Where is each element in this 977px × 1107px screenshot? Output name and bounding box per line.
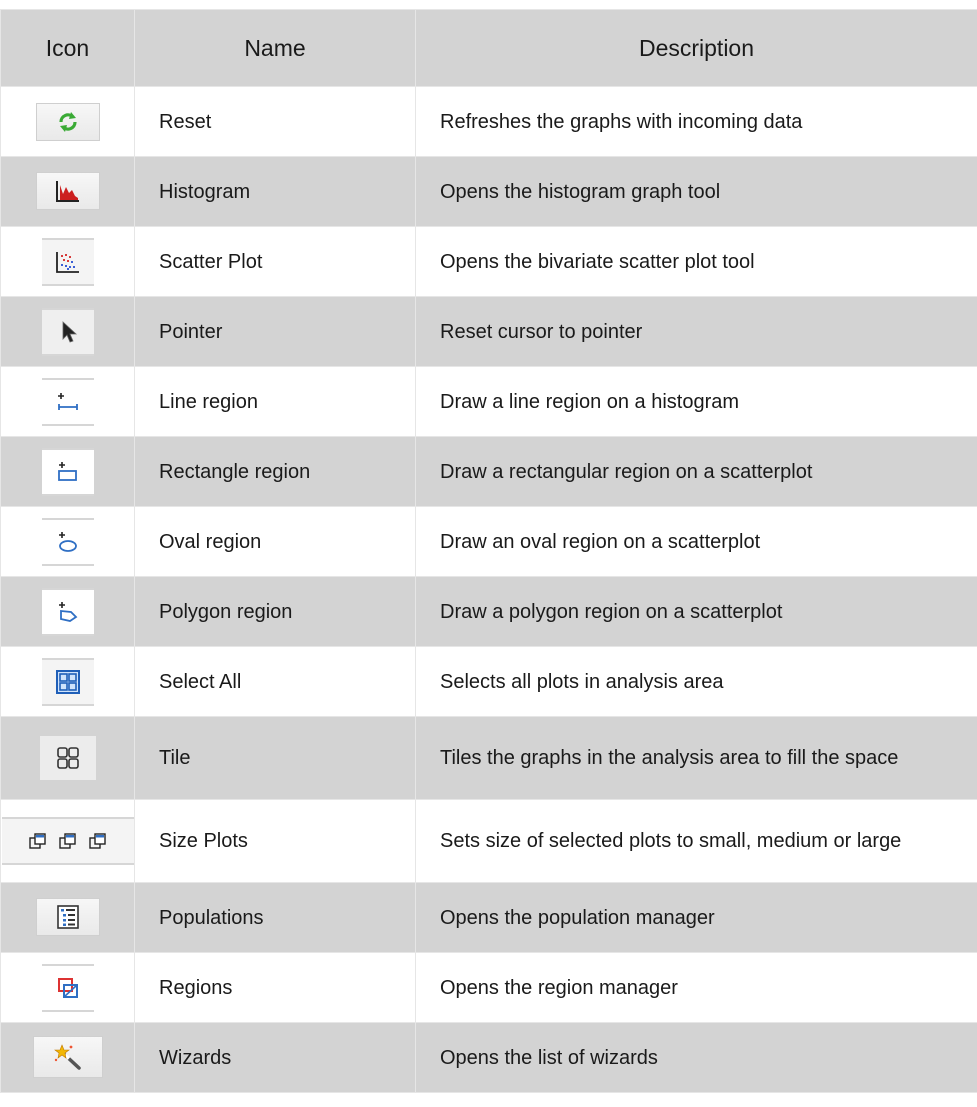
table-row: Tile Tiles the graphs in the analysis ar…: [0, 716, 977, 800]
row-name: Line region: [134, 366, 416, 437]
table-row: Rectangle region Draw a rectangular regi…: [0, 436, 977, 507]
row-description: Draw a rectangular region on a scatterpl…: [415, 436, 977, 507]
row-description: Refreshes the graphs with incoming data: [415, 86, 977, 157]
table-row: Populations Opens the population manager: [0, 882, 977, 953]
header-row: Icon Name Description: [0, 9, 977, 87]
header-description: Description: [415, 9, 977, 87]
table-row: Size Plots Sets size of selected plots t…: [0, 799, 977, 883]
row-description: Selects all plots in analysis area: [415, 646, 977, 717]
table-row: Line region Draw a line region on a hist…: [0, 366, 977, 437]
table-row: Regions Opens the region manager: [0, 952, 977, 1023]
row-name: Pointer: [134, 296, 416, 367]
oval-region-icon[interactable]: [41, 517, 94, 566]
table-row: Scatter Plot Opens the bivariate scatter…: [0, 226, 977, 297]
row-name: Reset: [134, 86, 416, 157]
table-row: Pointer Reset cursor to pointer: [0, 296, 977, 367]
tile-icon[interactable]: [39, 736, 96, 780]
table-row: Oval region Draw an oval region on a sca…: [0, 506, 977, 577]
pointer-icon[interactable]: [41, 307, 94, 356]
line-region-icon[interactable]: [41, 377, 94, 426]
row-description: Opens the region manager: [415, 952, 977, 1023]
wizards-icon[interactable]: [32, 1036, 103, 1078]
header-name: Name: [134, 9, 416, 87]
row-name: Size Plots: [134, 799, 416, 883]
row-name: Polygon region: [134, 576, 416, 647]
rectangle-region-icon[interactable]: [41, 447, 94, 496]
row-name: Populations: [134, 882, 416, 953]
row-name: Regions: [134, 952, 416, 1023]
polygon-region-icon[interactable]: [41, 587, 94, 636]
size-plots-icon[interactable]: [1, 817, 134, 865]
row-description: Sets size of selected plots to small, me…: [415, 799, 977, 883]
row-description: Reset cursor to pointer: [415, 296, 977, 367]
row-description: Opens the population manager: [415, 882, 977, 953]
scatter-plot-icon[interactable]: [41, 237, 94, 286]
row-name: Select All: [134, 646, 416, 717]
histogram-icon[interactable]: [35, 172, 100, 210]
row-description: Opens the bivariate scatter plot tool: [415, 226, 977, 297]
table-row: Reset Refreshes the graphs with incoming…: [0, 86, 977, 157]
row-description: Draw a polygon region on a scatterplot: [415, 576, 977, 647]
row-name: Histogram: [134, 156, 416, 227]
row-description: Draw an oval region on a scatterplot: [415, 506, 977, 577]
row-description: Tiles the graphs in the analysis area to…: [415, 716, 977, 800]
row-name: Oval region: [134, 506, 416, 577]
table-row: Polygon region Draw a polygon region on …: [0, 576, 977, 647]
toolbar-icons-table: Icon Name Description Reset Refreshes th…: [0, 9, 977, 1093]
table-row: Wizards Opens the list of wizards: [0, 1022, 977, 1093]
table-row: Histogram Opens the histogram graph tool: [0, 156, 977, 227]
populations-icon[interactable]: [35, 897, 100, 936]
row-name: Wizards: [134, 1022, 416, 1093]
row-name: Rectangle region: [134, 436, 416, 507]
row-name: Tile: [134, 716, 416, 800]
row-description: Opens the list of wizards: [415, 1022, 977, 1093]
table-row: Select All Selects all plots in analysis…: [0, 646, 977, 717]
row-name: Scatter Plot: [134, 226, 416, 297]
regions-icon[interactable]: [41, 963, 94, 1012]
select-all-icon[interactable]: [41, 657, 94, 706]
reset-icon[interactable]: [35, 102, 100, 141]
header-icon: Icon: [0, 9, 135, 87]
row-description: Draw a line region on a histogram: [415, 366, 977, 437]
row-description: Opens the histogram graph tool: [415, 156, 977, 227]
